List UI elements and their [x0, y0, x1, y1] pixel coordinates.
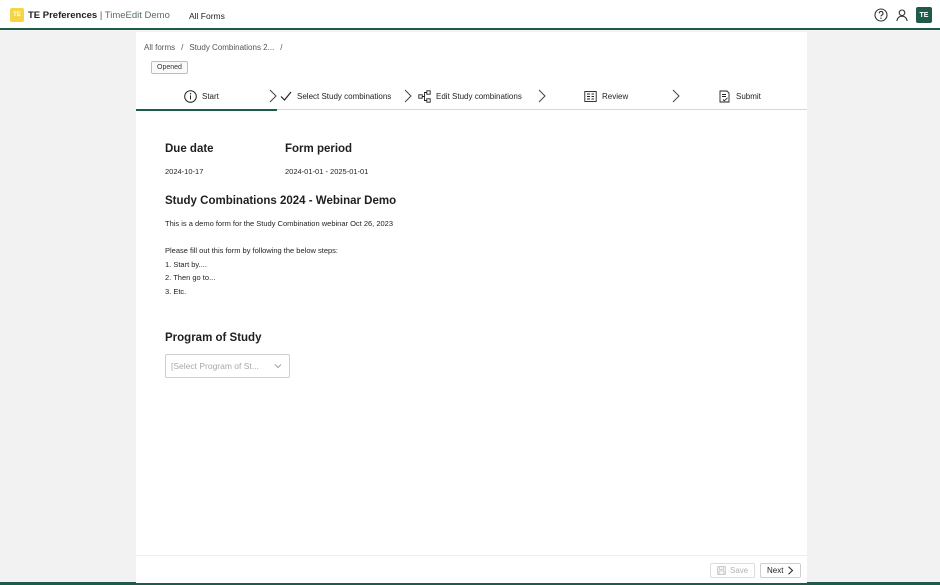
chevron-right-icon	[404, 89, 412, 103]
next-button[interactable]: Next	[760, 563, 802, 578]
app-name: TE Preferences	[28, 10, 98, 21]
submit-document-icon	[719, 90, 730, 102]
step-select-study-combinations[interactable]: Select Study combinations	[280, 82, 391, 110]
breadcrumb-separator: /	[181, 43, 184, 52]
step-submit[interactable]: Submit	[718, 82, 761, 110]
chevron-right-icon	[672, 89, 680, 103]
program-of-study-label: Program of Study	[165, 332, 262, 344]
chevron-right-icon	[269, 89, 277, 103]
step-label: Review	[602, 91, 629, 101]
step-label: Edit Study combinations	[436, 91, 522, 101]
breadcrumb-separator: /	[280, 43, 283, 52]
form-intro: This is a demo form for the Study Combin…	[165, 219, 394, 228]
form-card: All forms / Study Combinations 2... / Op…	[136, 32, 807, 583]
step-label: Submit	[736, 91, 761, 101]
user-avatar[interactable]: TE	[916, 7, 932, 23]
instruction-line: 2. Then go to...	[165, 273, 216, 282]
form-period-label: Form period	[285, 143, 353, 155]
hierarchy-icon	[418, 89, 431, 103]
save-label: Save	[730, 566, 749, 575]
form-footer: Save Next	[136, 555, 807, 583]
brand[interactable]: TE Preferences | TimeEdit Demo	[28, 10, 170, 21]
chevron-right-icon	[788, 566, 794, 575]
step-label: Select Study combinations	[297, 91, 392, 101]
breadcrumb: All forms / Study Combinations 2... /	[144, 43, 283, 52]
form-title: Study Combinations 2024 - Webinar Demo	[165, 195, 397, 207]
next-label: Next	[767, 566, 784, 575]
status-badge: Opened	[151, 61, 188, 74]
nav-all-forms[interactable]: All Forms	[189, 11, 225, 21]
checkmark-icon	[280, 91, 292, 101]
top-icons: TE	[874, 7, 932, 23]
due-date-label: Due date	[165, 143, 214, 155]
breadcrumb-all-forms[interactable]: All forms	[144, 43, 175, 52]
breadcrumb-current-form[interactable]: Study Combinations 2...	[189, 43, 274, 52]
user-icon[interactable]	[895, 8, 909, 22]
info-icon	[184, 89, 197, 103]
form-instructions: Please fill out this form by following t…	[165, 244, 338, 298]
program-of-study-select[interactable]: [Select Program of St...	[165, 354, 290, 378]
institution-name: TimeEdit Demo	[104, 10, 170, 21]
instruction-line: Please fill out this form by following t…	[165, 246, 339, 255]
due-date-value: 2024-10-17	[165, 167, 204, 176]
step-edit-study-combinations[interactable]: Edit Study combinations	[418, 82, 522, 110]
step-start[interactable]: Start	[136, 82, 277, 111]
form-period-value: 2024-01-01 - 2025-01-01	[285, 167, 369, 176]
top-bar: TE TE Preferences | TimeEdit Demo All Fo…	[0, 0, 940, 30]
brand-separator: |	[99, 10, 103, 21]
help-icon[interactable]	[874, 8, 888, 22]
save-button[interactable]: Save	[710, 563, 756, 578]
select-placeholder: [Select Program of St...	[171, 361, 259, 371]
instruction-line: 1. Start by....	[165, 259, 207, 269]
instruction-line: 3. Etc.	[165, 286, 187, 296]
te-logo-icon[interactable]: TE	[10, 8, 24, 22]
step-label: Start	[202, 91, 219, 101]
step-navigation: Start Select Study combinations Edit Stu…	[136, 82, 807, 111]
review-list-icon	[584, 90, 597, 102]
step-review[interactable]: Review	[584, 82, 628, 110]
app-window: TE TE Preferences | TimeEdit Demo All Fo…	[0, 0, 940, 583]
chevron-right-icon	[538, 89, 546, 103]
chevron-down-icon	[274, 364, 282, 369]
save-icon	[717, 566, 726, 575]
